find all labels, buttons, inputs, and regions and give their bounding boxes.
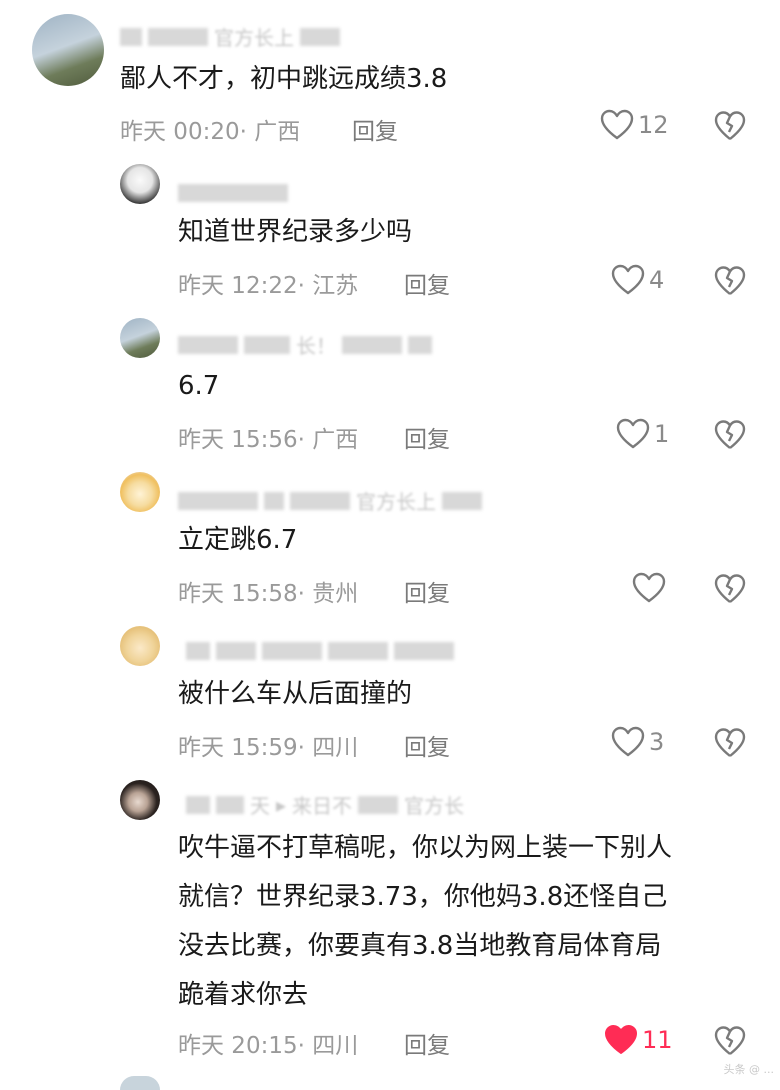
username-blurred[interactable]: 长！ <box>178 330 432 359</box>
reply-button[interactable]: 回复 <box>404 266 450 300</box>
heart-icon <box>632 572 666 603</box>
avatar[interactable] <box>120 164 160 204</box>
reply-button[interactable]: 回复 <box>352 112 398 146</box>
avatar[interactable] <box>120 780 160 820</box>
comment-meta: 昨天 15:56· 广西 <box>178 420 358 454</box>
comment-line: 被什么车从后面撞的 <box>178 679 413 709</box>
dislike-button[interactable] <box>714 419 746 455</box>
timestamp: 昨天 00:20 <box>120 119 240 145</box>
comment-line: 6.7 <box>178 371 220 401</box>
dislike-button[interactable] <box>714 573 746 609</box>
comment-meta: 昨天 12:22· 江苏 <box>178 266 358 300</box>
broken-heart-icon <box>714 266 746 295</box>
username-blurred[interactable]: 官方长上 <box>178 486 482 515</box>
like-button-liked[interactable]: 11 <box>604 1024 673 1056</box>
comment-meta: 昨天 15:58· 贵州 <box>178 574 358 608</box>
like-count: 4 <box>649 266 665 294</box>
region: · 江苏 <box>297 273 359 299</box>
timestamp: 昨天 15:59 <box>178 735 298 761</box>
reply-button[interactable]: 回复 <box>404 728 450 762</box>
avatar[interactable] <box>120 472 160 512</box>
dislike-button[interactable] <box>714 265 746 301</box>
comment-meta: 昨天 00:20· 广西 <box>120 112 300 146</box>
heart-icon <box>611 264 645 295</box>
comment-text: 6.7 <box>178 362 219 411</box>
broken-heart-icon <box>714 111 746 140</box>
broken-heart-icon <box>714 1026 746 1055</box>
avatar[interactable] <box>120 626 160 666</box>
watermark: 头条 @ ... <box>723 1063 774 1076</box>
region: · 广西 <box>297 427 359 453</box>
reply-button[interactable]: 回复 <box>404 574 450 608</box>
like-button[interactable]: 12 <box>600 109 669 141</box>
next-comment-avatar-partial <box>120 1076 160 1090</box>
comment-line: 立定跳6.7 <box>178 525 298 555</box>
heart-icon <box>616 418 650 449</box>
comment-text: 知道世界纪录多少吗 <box>178 208 412 257</box>
comment-line: 吹牛逼不打草稿呢，你以为网上装一下别人 <box>178 833 673 863</box>
reply-button[interactable]: 回复 <box>404 1026 450 1060</box>
like-button[interactable]: 4 <box>611 264 664 296</box>
comment-line: 没去比赛，你要真有3.8当地教育局体育局 <box>178 931 662 961</box>
like-button[interactable]: 1 <box>616 418 669 450</box>
avatar[interactable] <box>32 14 104 86</box>
comment-text: 被什么车从后面撞的 <box>178 670 412 719</box>
avatar[interactable] <box>120 318 160 358</box>
timestamp: 昨天 15:56 <box>178 427 298 453</box>
comment-line: 鄙人不才，初中跳远成绩3.8 <box>120 64 448 94</box>
like-count: 3 <box>649 728 665 756</box>
like-count: 11 <box>642 1026 673 1054</box>
dislike-button[interactable] <box>714 727 746 763</box>
username-blurred[interactable]: 官方长上 <box>120 22 340 51</box>
region: · 贵州 <box>297 581 359 607</box>
comment-text: 鄙人不才，初中跳远成绩3.8 <box>120 55 447 104</box>
comment-text: 立定跳6.7 <box>178 516 297 565</box>
region: · 广西 <box>239 119 301 145</box>
username-blurred[interactable] <box>186 642 454 660</box>
timestamp: 昨天 15:58 <box>178 581 298 607</box>
broken-heart-icon <box>714 574 746 603</box>
broken-heart-icon <box>714 420 746 449</box>
comment-text: 吹牛逼不打草稿呢，你以为网上装一下别人 就信？世界纪录3.73，你他妈3.8还怪… <box>178 824 672 1020</box>
region: · 四川 <box>297 1033 359 1059</box>
username-blurred[interactable] <box>178 184 288 202</box>
username-blurred[interactable]: 天 ▸ 来日不 官方长 <box>186 790 464 819</box>
reply-button[interactable]: 回复 <box>404 420 450 454</box>
heart-icon <box>611 726 645 757</box>
dislike-button[interactable] <box>714 110 746 146</box>
region: · 四川 <box>297 735 359 761</box>
like-count: 1 <box>654 420 670 448</box>
comment-line: 跪着求你去 <box>178 980 309 1010</box>
timestamp: 昨天 12:22 <box>178 273 298 299</box>
like-count: 12 <box>638 111 669 139</box>
broken-heart-icon <box>714 728 746 757</box>
comment-meta: 昨天 15:59· 四川 <box>178 728 358 762</box>
like-button[interactable] <box>632 572 670 604</box>
dislike-button[interactable] <box>714 1025 746 1061</box>
comment-line: 知道世界纪录多少吗 <box>178 217 413 247</box>
comment-line: 就信？世界纪录3.73，你他妈3.8还怪自己 <box>178 882 668 912</box>
heart-icon <box>600 109 634 140</box>
like-button[interactable]: 3 <box>611 726 664 758</box>
heart-filled-icon <box>605 1025 637 1054</box>
comment-meta: 昨天 20:15· 四川 <box>178 1026 358 1060</box>
timestamp: 昨天 20:15 <box>178 1033 298 1059</box>
